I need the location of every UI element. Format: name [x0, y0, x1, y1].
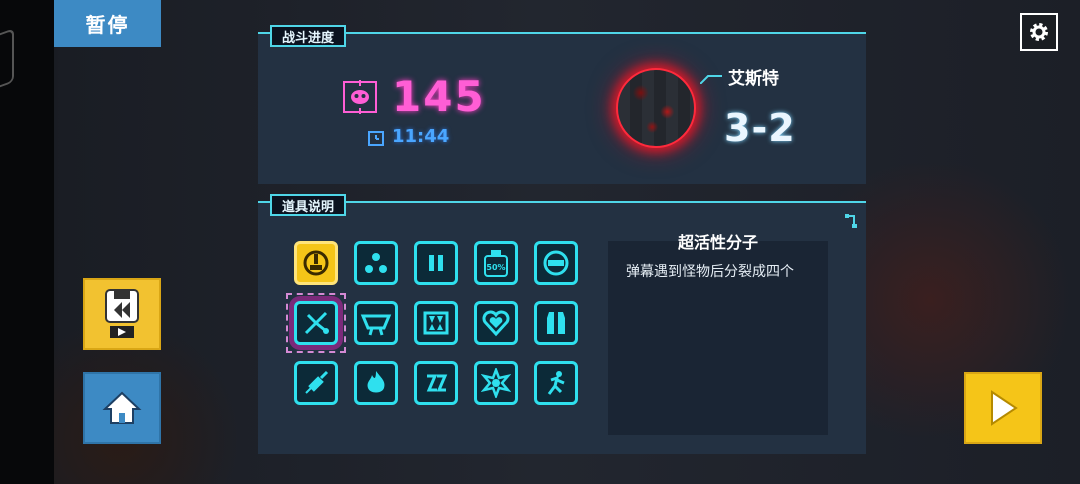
item-slot-6[interactable]: [294, 301, 338, 345]
fifty-percent-label: 50%: [486, 263, 505, 272]
item-slot-1[interactable]: [294, 241, 338, 285]
kill-count: 145: [392, 72, 486, 121]
skull-target-icon: [343, 80, 377, 114]
vest-icon: [547, 312, 565, 334]
resume-button[interactable]: [964, 372, 1042, 444]
item-slot-9[interactable]: [474, 301, 518, 345]
play-icon: [991, 390, 1018, 426]
left-edge-bar: [0, 0, 54, 484]
split-molecule-icon: [304, 311, 329, 335]
home-icon: [102, 391, 142, 424]
save-replay-icon: [105, 289, 139, 338]
item-slot-11[interactable]: [294, 361, 338, 405]
item-slot-5[interactable]: [534, 241, 578, 285]
item-info-title: 道具说明: [270, 194, 347, 216]
item-slot-8[interactable]: [414, 301, 458, 345]
level-planet-icon: [616, 68, 696, 148]
item-slot-3[interactable]: [414, 241, 458, 285]
bowl-icon: [360, 314, 392, 336]
three-dots-icon: [365, 253, 387, 273]
pause-bars-icon: [429, 255, 443, 271]
level-name-line: [700, 75, 722, 84]
explosion-icon: [481, 368, 511, 398]
item-info-panel: 道具说明 50% 超活性分子 弹幕遇到怪物后分裂成四个: [258, 194, 866, 454]
fire-icon: [367, 371, 385, 393]
fifty-percent-bottle-icon: 50%: [484, 250, 508, 277]
power-plug-icon: [303, 250, 329, 276]
level-number: 3-2: [724, 106, 796, 150]
item-slot-10[interactable]: [534, 301, 578, 345]
item-name: 超活性分子: [677, 233, 758, 252]
save-replay-button[interactable]: [83, 278, 161, 350]
runner-icon: [547, 371, 565, 395]
item-slot-15[interactable]: [534, 361, 578, 405]
elapsed-time: 11:44: [392, 126, 450, 147]
level-name: 艾斯特: [728, 69, 779, 89]
no-entry-icon: [543, 250, 569, 276]
heart-icon: [482, 310, 510, 337]
pause-tab: 暂停: [54, 0, 161, 47]
gear-icon: [1030, 23, 1048, 41]
battle-progress-panel: 战斗进度 145 11:44 艾斯特 3-2: [258, 25, 866, 184]
syringe-icon: [305, 370, 329, 394]
fangs-icon: [423, 311, 449, 335]
battle-progress-title: 战斗进度: [270, 25, 347, 47]
home-button[interactable]: [83, 372, 161, 444]
clock-icon: [368, 131, 384, 146]
item-slot-14[interactable]: [474, 361, 518, 405]
item-slot-12[interactable]: [354, 361, 398, 405]
item-description: 弹幕遇到怪物后分裂成四个: [626, 264, 794, 280]
item-description-box: 超活性分子 弹幕遇到怪物后分裂成四个: [608, 233, 828, 435]
item-slot-7[interactable]: [354, 301, 398, 345]
hexagon-outline-icon: [0, 28, 14, 94]
item-slot-2[interactable]: [354, 241, 398, 285]
corner-link-icon: [845, 214, 857, 228]
settings-button[interactable]: [1020, 13, 1058, 51]
zigzag-icon: [426, 374, 448, 392]
item-slot-4[interactable]: 50%: [474, 241, 518, 285]
item-slot-13[interactable]: [414, 361, 458, 405]
